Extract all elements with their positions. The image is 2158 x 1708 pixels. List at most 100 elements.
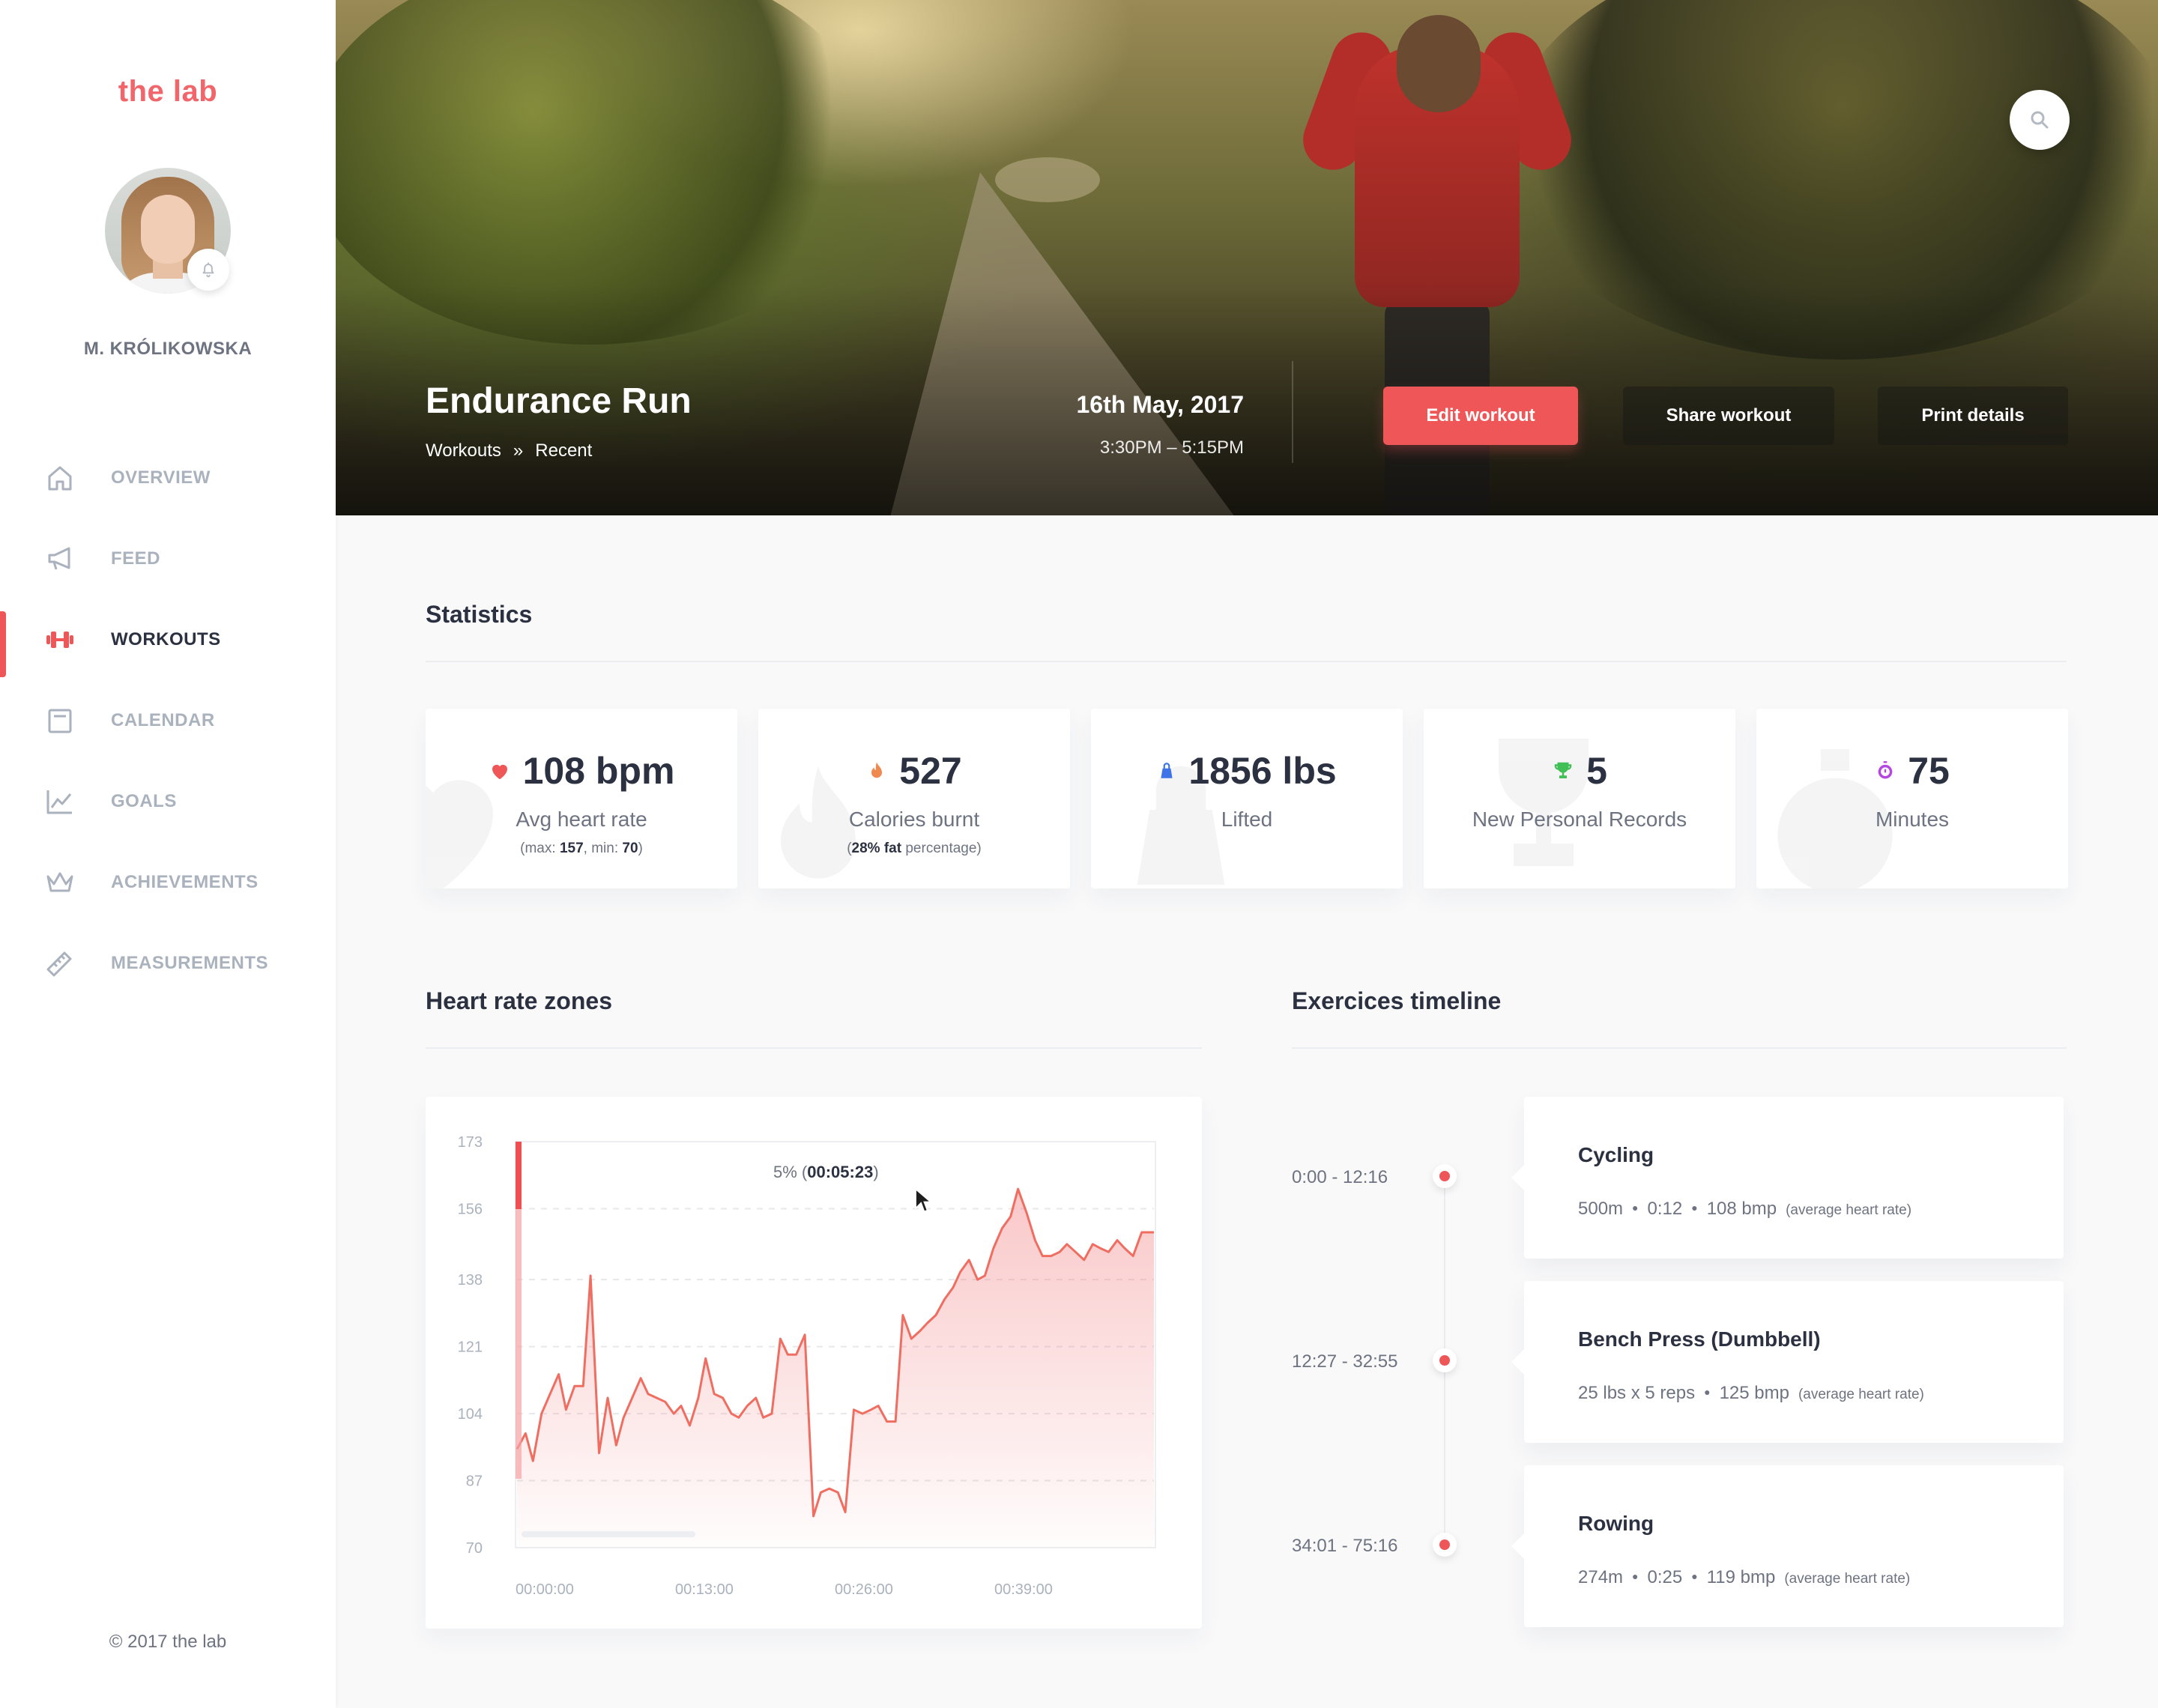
y-tick-label: 138 — [458, 1272, 483, 1288]
timeline-dot — [1433, 1348, 1457, 1372]
timeline-card-bench-press[interactable]: Bench Press (Dumbbell) 25 lbs x 5 reps ● … — [1524, 1281, 2064, 1443]
page-title: Endurance Run — [426, 381, 692, 421]
notifications-button[interactable] — [187, 249, 229, 291]
y-tick-label: 87 — [466, 1474, 483, 1490]
share-workout-button[interactable]: Share workout — [1623, 387, 1834, 445]
nav-label: CALENDAR — [111, 710, 215, 730]
exercise-details: 500m ● 0:12 ● 108 bmp (average heart rate) — [1578, 1199, 1912, 1219]
breadcrumb-separator: » — [513, 440, 524, 461]
nav-label: ACHIEVEMENTS — [111, 872, 259, 892]
x-tick-label: 00:39:00 — [994, 1581, 1053, 1598]
print-details-button[interactable]: Print details — [1878, 387, 2068, 445]
ruler-icon — [46, 951, 72, 977]
stat-card-minutes: 75 Minutes — [1756, 709, 2068, 888]
workout-date: 16th May, 2017 — [1076, 391, 1244, 418]
crown-icon — [46, 872, 73, 892]
stat-value: 527 — [899, 750, 962, 792]
heart-rate-chart[interactable]: 173 156 138 121 104 87 70 00:00:00 00:13:00 00:26… — [426, 1097, 1202, 1629]
stat-value: 108 bpm — [522, 750, 675, 792]
flame-icon — [871, 762, 883, 778]
y-tick-label: 121 — [458, 1339, 483, 1356]
breadcrumb: Workouts » Recent — [426, 440, 592, 461]
exercise-name: Cycling — [1578, 1143, 1654, 1166]
timeline-time: 34:01 - 75:16 — [1292, 1536, 1398, 1556]
nav-item-workouts[interactable]: WORKOUTS — [0, 610, 336, 677]
search-button[interactable] — [2010, 90, 2070, 150]
stat-card-records: 5 New Personal Records — [1424, 709, 1735, 888]
stat-value: 75 — [1908, 750, 1950, 792]
stat-label: Calories burnt — [848, 808, 980, 831]
heart-rate-area — [517, 1189, 1154, 1548]
nav-label: MEASUREMENTS — [111, 953, 269, 973]
stat-label: Lifted — [1221, 808, 1273, 831]
nav-label: GOALS — [111, 791, 177, 811]
nav-item-measurements[interactable]: MEASUREMENTS — [0, 933, 336, 993]
stat-card-lifted: 1856 lbs Lifted — [1091, 709, 1403, 888]
zone-indicator-light — [516, 1209, 522, 1479]
timeline-card-rowing[interactable]: Rowing 274m ● 0:25 ● 119 bmp (average hear… — [1524, 1465, 2064, 1627]
dumbbell-icon — [46, 632, 73, 648]
home-icon — [48, 466, 72, 491]
trophy-icon — [1554, 762, 1572, 778]
divider — [1292, 1047, 2067, 1049]
timeline-time: 0:00 - 12:16 — [1292, 1167, 1388, 1187]
stat-sub: (max: 157, min: 70) — [520, 841, 643, 856]
workout-time: 3:30PM – 5:15PM — [1099, 437, 1244, 458]
breadcrumb-item-recent[interactable]: Recent — [535, 440, 592, 461]
timeline-card-cycling[interactable]: Cycling 500m ● 0:12 ● 108 bmp (average hea… — [1524, 1097, 2064, 1259]
search-icon — [2031, 111, 2049, 129]
x-tick-label: 00:13:00 — [675, 1581, 734, 1598]
nav-item-overview[interactable]: OVERVIEW — [0, 448, 336, 508]
edit-workout-button[interactable]: Edit workout — [1383, 387, 1578, 445]
heart-rate-title: Heart rate zones — [426, 987, 612, 1014]
stat-sub: (28% fat percentage) — [847, 841, 982, 856]
stat-card-calories: 527 Calories burnt (28% fat percentage) — [758, 709, 1070, 888]
stat-value: 5 — [1586, 750, 1607, 792]
user-name: M. KRÓLIKOWSKA — [83, 339, 253, 359]
y-tick-label: 156 — [458, 1201, 483, 1217]
divider — [426, 1047, 1202, 1049]
nav-item-achievements[interactable]: ACHIEVEMENTS — [0, 853, 336, 912]
hero-banner: Endurance Run Workouts » Recent 16th May… — [336, 0, 2158, 515]
divider — [426, 661, 2067, 662]
divider — [1292, 361, 1293, 463]
stat-label: New Personal Records — [1472, 808, 1687, 831]
y-tick-label: 173 — [458, 1134, 483, 1151]
stat-label: Minutes — [1875, 808, 1950, 831]
sidebar: the lab M. KRÓLIKOWSKA OVERVIEW FEED WOR… — [0, 0, 336, 1708]
statistics-title: Statistics — [426, 601, 533, 628]
x-tick-label: 00:26:00 — [835, 1581, 893, 1598]
stat-label: Avg heart rate — [516, 808, 647, 831]
y-tick-label: 104 — [458, 1406, 483, 1423]
nav-label: OVERVIEW — [111, 467, 211, 488]
stat-value: 1856 lbs — [1188, 750, 1337, 792]
kettlebell-icon — [1161, 763, 1173, 778]
bell-icon — [202, 262, 214, 278]
stat-card-heart-rate: 108 bpm Avg heart rate (max: 157, min: 7… — [426, 709, 737, 888]
exercise-details: 274m ● 0:25 ● 119 bmp (average heart rate) — [1578, 1567, 1911, 1587]
nav-label: WORKOUTS — [111, 629, 221, 649]
y-tick-label: 70 — [466, 1540, 483, 1557]
zone-indicator-strong — [516, 1142, 522, 1209]
heart-icon — [492, 764, 507, 780]
timeline-title: Exercices timeline — [1292, 987, 1502, 1014]
copyright: © 2017 the lab — [109, 1632, 227, 1652]
chart-line-icon — [46, 790, 72, 814]
mouse-cursor-icon — [915, 1188, 932, 1213]
exercise-details: 25 lbs x 5 reps ● 125 bmp (average heart … — [1578, 1383, 1924, 1403]
calendar-icon — [48, 709, 72, 733]
app-logo[interactable]: the lab — [0, 75, 336, 109]
breadcrumb-item-workouts[interactable]: Workouts — [426, 440, 501, 461]
stopwatch-icon — [1878, 761, 1893, 779]
x-tick-label: 00:00:00 — [516, 1581, 574, 1598]
exercise-name: Rowing — [1578, 1512, 1654, 1535]
megaphone-icon — [48, 547, 70, 570]
nav-item-goals[interactable]: GOALS — [0, 772, 336, 832]
timeline-dot — [1433, 1164, 1457, 1188]
exercise-name: Bench Press (Dumbbell) — [1578, 1327, 1821, 1351]
timeline-time: 12:27 - 32:55 — [1292, 1351, 1398, 1372]
nav-item-calendar[interactable]: CALENDAR — [0, 691, 336, 751]
nav-item-feed[interactable]: FEED — [0, 529, 336, 589]
chart-tooltip: 5% (00:05:23) — [773, 1163, 879, 1181]
chart-scrollbar[interactable] — [522, 1531, 695, 1537]
